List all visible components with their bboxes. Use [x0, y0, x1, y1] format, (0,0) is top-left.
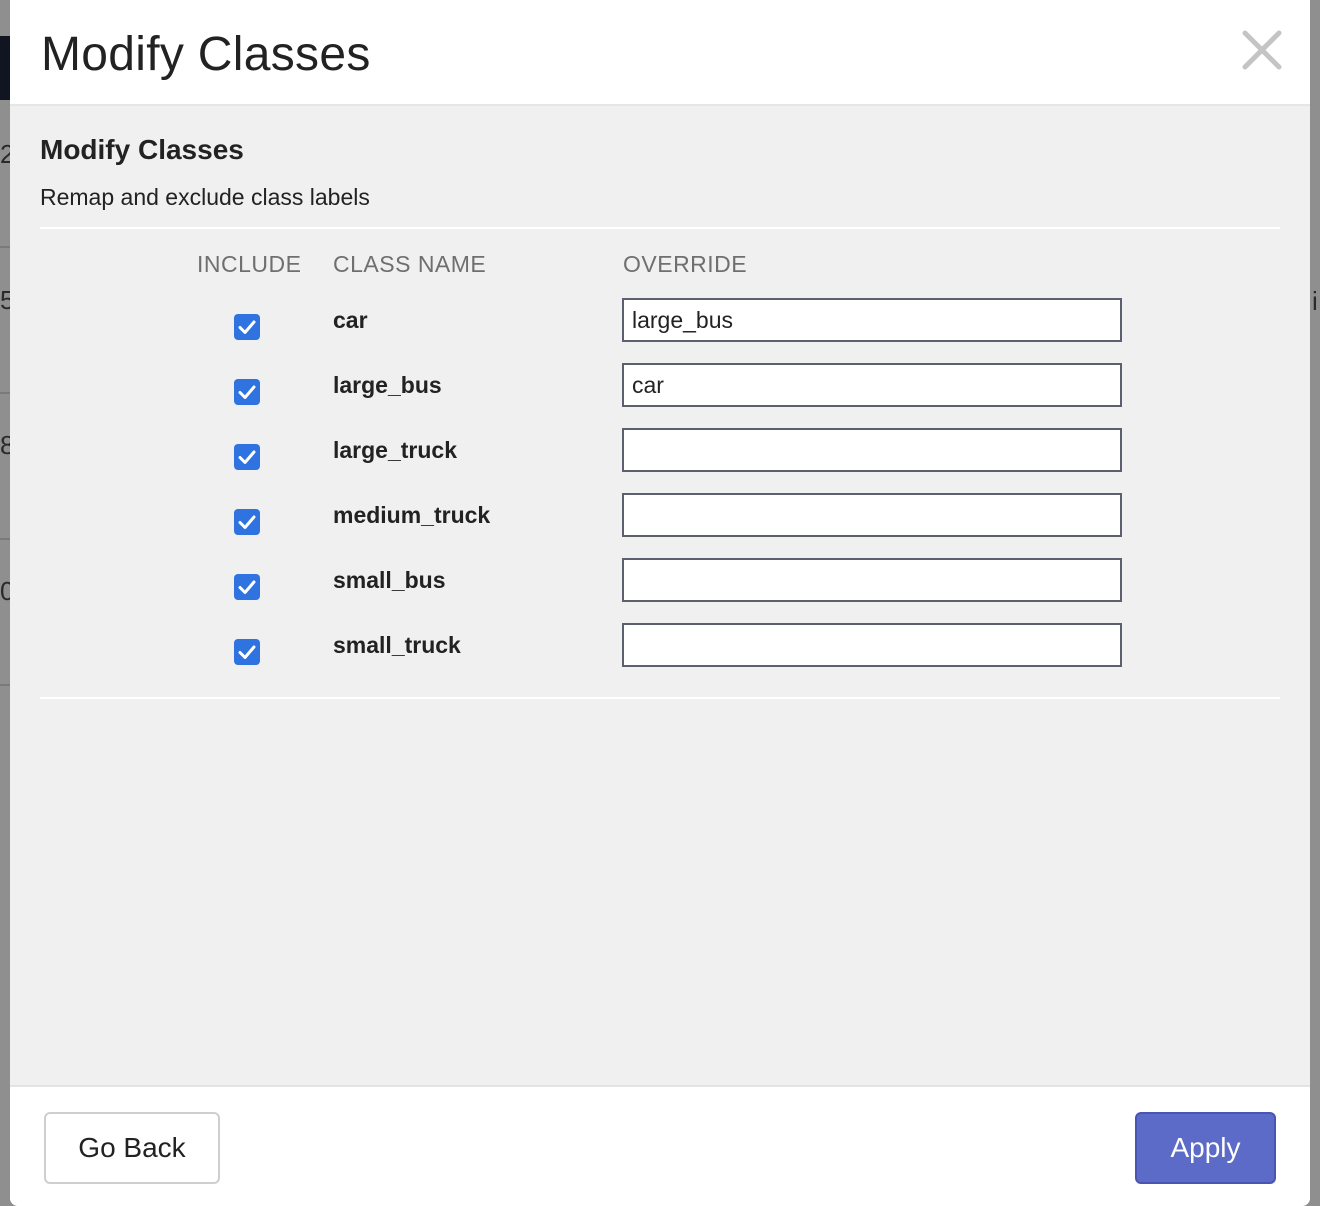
include-checkbox[interactable]: [234, 574, 260, 600]
checkmark-icon: [238, 515, 256, 529]
class-row: small_bus: [10, 558, 1310, 623]
close-x-icon: [1242, 30, 1282, 70]
checkmark-icon: [238, 450, 256, 464]
class-name-label: car: [333, 307, 368, 333]
column-header-override: OVERRIDE: [623, 251, 748, 277]
include-checkbox[interactable]: [234, 639, 260, 665]
table-divider: [40, 697, 1280, 699]
override-input[interactable]: [622, 363, 1122, 407]
background-text-fragment: i: [1312, 288, 1318, 314]
class-name-label: large_bus: [333, 372, 442, 398]
section-divider: [40, 227, 1280, 229]
background-text-fragment: 2: [0, 141, 10, 167]
background-text-fragment: 8: [0, 432, 10, 458]
include-checkbox[interactable]: [234, 444, 260, 470]
apply-button[interactable]: Apply: [1135, 1112, 1276, 1184]
class-name-label: large_truck: [333, 437, 458, 463]
class-row: car: [10, 298, 1310, 363]
class-row: large_truck: [10, 428, 1310, 493]
checkmark-icon: [238, 580, 256, 594]
column-header-class-name: CLASS NAME: [333, 251, 487, 277]
override-input[interactable]: [622, 493, 1122, 537]
class-row: small_truck: [10, 623, 1310, 688]
background-text-fragment: 5: [0, 287, 10, 313]
column-header-include: INCLUDE: [197, 251, 302, 277]
include-checkbox[interactable]: [234, 379, 260, 405]
background-text-fragment: 0: [0, 578, 10, 604]
override-input[interactable]: [622, 558, 1122, 602]
background-header-strip: [0, 36, 10, 100]
background-divider: [0, 684, 10, 686]
class-name-label: medium_truck: [333, 502, 491, 528]
include-checkbox[interactable]: [234, 509, 260, 535]
go-back-button[interactable]: Go Back: [44, 1112, 220, 1184]
modify-classes-modal: Modify Classes Modify Classes Remap and …: [10, 0, 1310, 1206]
modal-title: Modify Classes: [41, 28, 371, 81]
background-divider: [0, 538, 10, 540]
checkmark-icon: [238, 385, 256, 399]
override-input[interactable]: [622, 623, 1122, 667]
class-row: large_bus: [10, 363, 1310, 428]
class-name-label: small_truck: [333, 632, 461, 658]
class-name-label: small_bus: [333, 567, 446, 593]
section-title: Modify Classes: [40, 134, 244, 165]
background-divider: [0, 392, 10, 394]
checkmark-icon: [238, 320, 256, 334]
class-row: medium_truck: [10, 493, 1310, 558]
override-input[interactable]: [622, 428, 1122, 472]
background-divider: [0, 246, 10, 248]
close-button[interactable]: [1240, 28, 1284, 72]
section-subtitle: Remap and exclude class labels: [40, 184, 370, 210]
modal-header: Modify Classes: [10, 0, 1310, 106]
checkmark-icon: [238, 645, 256, 659]
override-input[interactable]: [622, 298, 1122, 342]
modal-footer: Go Back Apply: [10, 1085, 1310, 1206]
include-checkbox[interactable]: [234, 314, 260, 340]
